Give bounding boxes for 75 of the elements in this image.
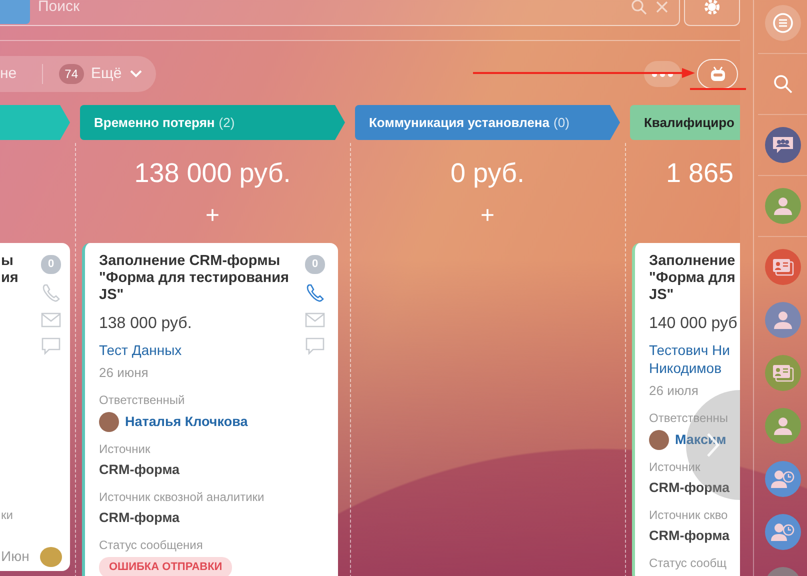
contact-card-button[interactable]	[765, 249, 801, 285]
stage-header[interactable]: Временно потерян (2)	[80, 105, 345, 140]
person-icon	[773, 310, 793, 330]
field-label: Ответственный	[99, 392, 186, 408]
stage-header[interactable]: Коммуникация установлена (0)	[355, 105, 620, 140]
deal-card[interactable]: Заполнение "Форма для JS" 140 000 руб Тестович Ни Никодимов 26 июля Ответственны Максим Источник CRM-форма Источник скво CRM-форма Статус сообщ	[632, 243, 740, 576]
deal-date: Июн	[1, 547, 30, 566]
field-value: CRM-форма	[99, 509, 181, 527]
comment-icon[interactable]	[41, 336, 61, 354]
robot-icon	[708, 66, 726, 82]
search-icon	[773, 74, 793, 94]
deal-card[interactable]: ы ия ки Июн 0	[0, 243, 70, 571]
field-value: CRM-форма	[99, 460, 181, 479]
deal-title[interactable]: Заполнение "Форма для JS"	[649, 253, 740, 304]
field-value: CRM-форма	[649, 478, 731, 497]
stage-header[interactable]: Квалифициро	[630, 105, 740, 140]
stage-sum: 0 руб.	[450, 157, 526, 190]
contact-card-button[interactable]	[765, 355, 801, 391]
chevron-down-icon	[130, 70, 142, 78]
deal-date: 26 июня	[99, 364, 150, 382]
settings-icon	[703, 0, 721, 16]
field-value: CRM-форма	[649, 527, 731, 545]
contact-button[interactable]	[765, 514, 801, 550]
person-icon	[773, 416, 793, 436]
deal-amount: 140 000 руб	[649, 314, 738, 334]
deal-amount: 138 000 руб.	[99, 314, 193, 334]
group-chat-icon	[772, 136, 794, 154]
contact-link[interactable]: Тест Данных	[99, 341, 296, 359]
field-label: ки	[1, 507, 13, 524]
contact-card-icon	[772, 258, 794, 276]
avatar-placeholder	[649, 430, 669, 450]
deal-title[interactable]: ы ия	[1, 253, 18, 287]
phone-icon[interactable]	[305, 282, 325, 302]
stage-sum: 1 865	[665, 157, 735, 190]
more-options-button[interactable]	[644, 61, 681, 87]
contact-button[interactable]	[765, 461, 801, 497]
contact-card-icon	[772, 364, 794, 382]
mail-icon[interactable]	[305, 312, 325, 328]
avatar-placeholder	[40, 547, 62, 567]
robot-button[interactable]	[697, 59, 738, 89]
person-icon	[773, 196, 793, 216]
search-input[interactable]: Поиск	[38, 0, 623, 18]
activity-counter: 0	[304, 255, 326, 274]
avatar-placeholder	[99, 412, 119, 432]
close-icon[interactable]	[655, 0, 669, 14]
stage-sum: 138 000 руб.	[133, 157, 292, 190]
comment-icon[interactable]	[305, 336, 325, 354]
mail-icon[interactable]	[41, 312, 61, 328]
field-label: Источник	[649, 458, 702, 476]
counter-badge: 74	[58, 64, 84, 84]
user-link[interactable]: Наталья Клочкова	[125, 412, 248, 432]
field-label: Ответственны	[649, 410, 729, 426]
person-clock-icon	[771, 522, 795, 542]
field-label: Источник	[99, 440, 152, 458]
group-chat-button[interactable]	[765, 127, 801, 163]
deal-date: 26 июля	[649, 382, 700, 400]
status-tag: ОШИБКА ОТПРАВКИ	[99, 557, 232, 576]
contact-link[interactable]: Тестович Ни Никодимов	[649, 341, 740, 377]
search-icon	[631, 0, 647, 15]
field-label: Статус сообщ	[649, 555, 728, 572]
contact-button[interactable]	[765, 302, 801, 338]
person-clock-icon	[771, 469, 795, 489]
deal-title[interactable]: Заполнение CRM-формы "Форма для тестирования JS"	[99, 253, 296, 304]
user-link[interactable]: Максим	[675, 430, 726, 450]
chat-button[interactable]	[765, 5, 801, 41]
contact-button[interactable]	[765, 188, 801, 224]
contact-button[interactable]	[765, 408, 801, 444]
search-field[interactable]: Поиск	[0, 0, 680, 26]
field-label: Источник сквозной аналитики	[99, 489, 266, 506]
field-label: Источник скво	[649, 507, 729, 524]
field-label: Статус сообщения	[99, 537, 204, 554]
chat-icon	[772, 12, 794, 34]
annotation-underline	[690, 88, 746, 90]
activity-counter: 0	[40, 255, 62, 274]
deal-card[interactable]	[82, 243, 338, 576]
